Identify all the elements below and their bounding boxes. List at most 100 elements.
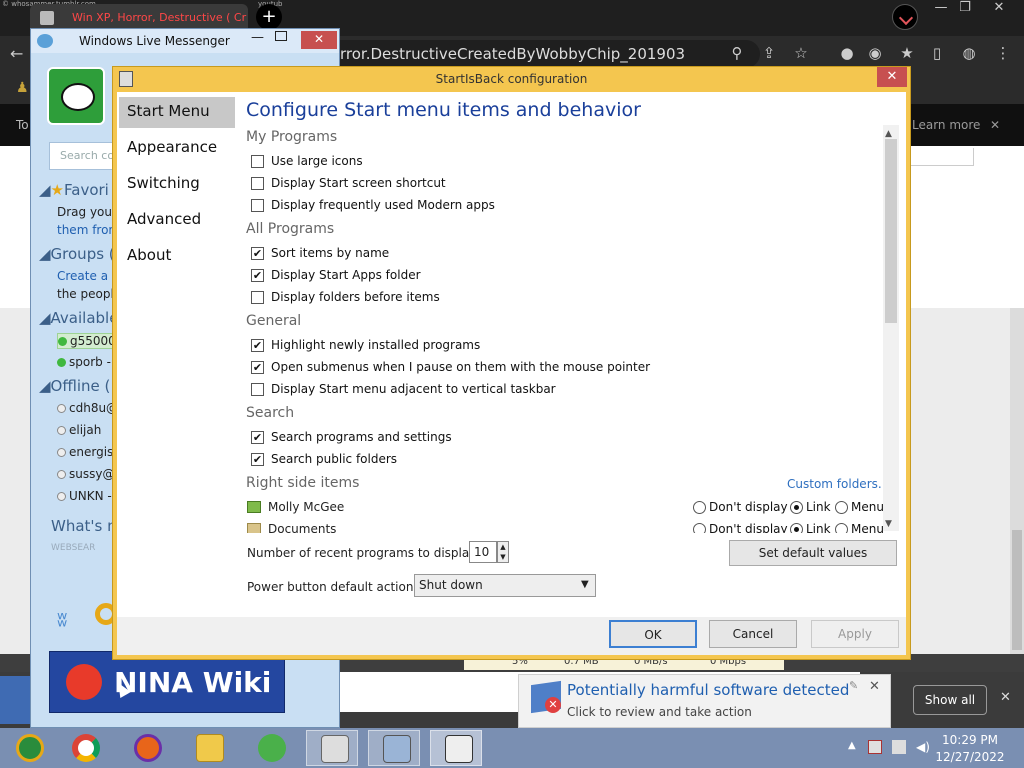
page-input[interactable] [908,148,974,166]
checkbox[interactable] [251,291,264,304]
scroll-down-icon[interactable]: ▼ [885,519,892,529]
scroll-up-icon[interactable]: ▲ [885,129,892,139]
checkbox[interactable]: ✔ [251,453,264,466]
taskbar-app-2[interactable] [368,730,420,766]
contact-item[interactable]: UNKN - [57,489,112,503]
recent-programs-stepper[interactable]: 10 [469,541,497,563]
checkbox[interactable] [251,383,264,396]
radio-dont-display[interactable]: Don't display [693,500,788,514]
stepper-arrows-icon[interactable]: ▲ ▼ [497,541,509,563]
account-icon[interactable]: ◍ [958,42,980,64]
radio-dont-display[interactable]: Don't display [693,522,788,533]
nav-advanced[interactable]: Advanced [119,205,235,236]
group-available[interactable]: ◢Available [39,309,118,327]
menu-kebab-icon[interactable]: ⋮ [992,42,1014,64]
option-start-screen-shortcut[interactable]: Display Start screen shortcut [251,176,446,190]
back-arrow-icon[interactable]: ← [10,44,23,63]
nina-wiki-banner[interactable]: NINA Wiki [49,651,285,713]
option-adjacent-taskbar[interactable]: Display Start menu adjacent to vertical … [251,382,556,396]
option-large-icons[interactable]: Use large icons [251,154,363,168]
clock-date[interactable]: 12/27/2022 [930,750,1010,764]
pin-icon[interactable]: ✎ [849,679,858,692]
checkbox[interactable]: ✔ [251,361,264,374]
group-favorites[interactable]: ◢★Favori [39,181,109,199]
apply-button[interactable]: Apply [811,620,899,648]
option-start-apps-folder[interactable]: ✔ Display Start Apps folder [251,268,421,282]
extensions-puzzle-icon[interactable]: ★ [896,42,918,64]
nav-switching[interactable]: Switching [119,169,235,200]
checkbox[interactable] [251,199,264,212]
browser-restore-button[interactable]: ❐ [950,0,980,18]
download-bar-close-icon[interactable]: ✕ [1000,690,1011,705]
avatar[interactable] [47,67,105,125]
taskbar-firefox[interactable] [120,730,172,766]
clock-time[interactable]: 10:29 PM [930,733,1010,747]
profile-menu-icon[interactable] [892,4,918,30]
chevron-down-icon[interactable]: ▼ [581,579,589,590]
tray-overflow-icon[interactable]: ▲ [848,740,856,751]
network-icon[interactable] [892,740,906,754]
option-sort-by-name[interactable]: ✔ Sort items by name [251,246,389,260]
option-open-submenus[interactable]: ✔ Open submenus when I pause on them with… [251,360,650,374]
nav-start-menu[interactable]: Start Menu [119,97,235,128]
radio-link[interactable]: Link [790,522,831,533]
checkbox[interactable]: ✔ [251,339,264,352]
settings-scroll-thumb[interactable] [885,139,897,323]
create-group-link[interactable]: Create a g [57,269,119,283]
browser-close-button[interactable]: ✕ [984,0,1014,18]
radio-menu[interactable]: Menu [835,500,884,514]
option-folders-before-items[interactable]: Display folders before items [251,290,440,304]
page-scroll-thumb[interactable] [1012,530,1022,650]
radio-link[interactable]: Link [790,500,831,514]
volume-icon[interactable]: ◀) [916,740,930,754]
checkbox[interactable]: ✔ [251,431,264,444]
extension-icon[interactable]: ● [836,42,858,64]
new-tab-button[interactable]: + [256,4,282,30]
security-notification[interactable]: ✕ Potentially harmful software detected … [518,674,891,728]
messenger-minimize-button[interactable]: — [251,30,264,45]
messenger-close-button[interactable]: ✕ [301,31,337,49]
contact-item[interactable]: cdh8u@ [57,401,118,415]
favorites-hint-2[interactable]: them from [57,223,120,237]
nav-about[interactable]: About [119,241,235,272]
show-all-button[interactable]: Show all [913,685,987,715]
nav-appearance[interactable]: Appearance [119,133,235,164]
contact-item[interactable]: g55000 [57,333,117,349]
set-default-values-button[interactable]: Set default values [729,540,897,566]
action-center-flag-icon[interactable] [868,740,882,754]
ok-button[interactable]: OK [609,620,697,648]
notification-close-icon[interactable]: ✕ [869,679,880,694]
taskbar-app-1[interactable] [306,730,358,766]
taskbar-messenger[interactable] [244,730,296,766]
taskbar-explorer[interactable] [182,730,234,766]
option-search-public[interactable]: ✔ Search public folders [251,452,397,466]
contact-item[interactable]: elijah [57,423,101,437]
messenger-butterfly-icon[interactable]: ʬ [57,607,67,631]
checkbox[interactable]: ✔ [251,247,264,260]
taskbar-start-button[interactable] [2,730,54,766]
extension-avatar-icon[interactable]: ◉ [864,42,886,64]
checkbox[interactable] [251,155,264,168]
messenger-maximize-button[interactable] [275,31,287,41]
banner-close-icon[interactable]: ✕ [990,118,1000,132]
search-icon[interactable]: ⚲ [726,42,748,64]
power-action-select[interactable]: Shut down [414,574,596,597]
side-panel-icon[interactable]: ▯ [926,42,948,64]
option-highlight-new[interactable]: ✔ Highlight newly installed programs [251,338,480,352]
radio-menu[interactable]: Menu [835,522,884,533]
custom-folders-link[interactable]: Custom folders... [787,477,889,491]
cancel-button[interactable]: Cancel [709,620,797,648]
option-modern-apps[interactable]: Display frequently used Modern apps [251,198,495,212]
address-bar[interactable]: rror.DestructiveCreatedByWobbyChip_20190… [300,40,760,68]
share-icon[interactable]: ⇪ [758,42,780,64]
taskbar-startisback[interactable] [430,730,482,766]
contact-item[interactable]: energist [57,445,118,459]
checkbox[interactable] [251,177,264,190]
dialog-close-button[interactable]: ✕ [877,67,907,87]
learn-more-link[interactable]: Learn more [912,118,980,132]
option-search-programs[interactable]: ✔ Search programs and settings [251,430,452,444]
checkbox[interactable]: ✔ [251,269,264,282]
taskbar-chrome[interactable] [58,730,110,766]
group-offline[interactable]: ◢Offline ( [39,377,110,395]
bookmark-star-icon[interactable]: ☆ [790,42,812,64]
